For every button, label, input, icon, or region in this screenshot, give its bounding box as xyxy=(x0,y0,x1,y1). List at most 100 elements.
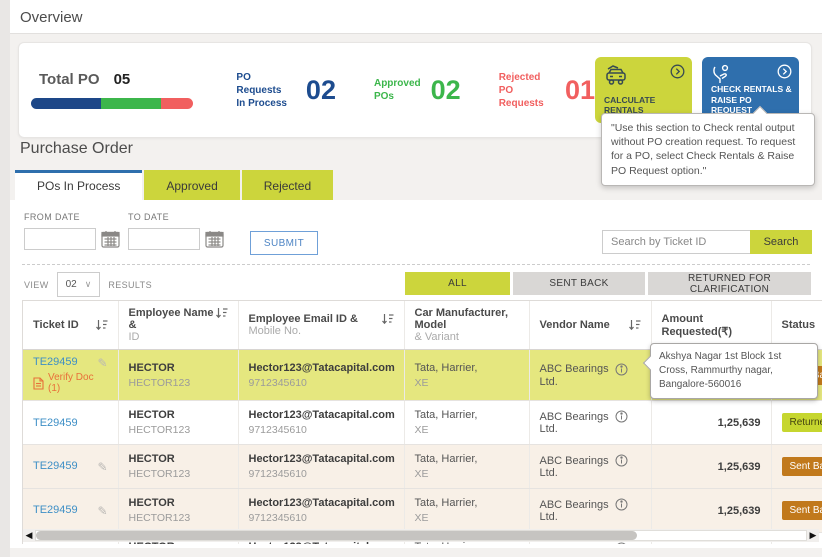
scroll-left-icon[interactable]: ◀ xyxy=(23,529,35,542)
employee-name: HECTOR xyxy=(129,453,228,465)
stat-label-line1: PO Requests xyxy=(236,71,296,97)
calendar-icon[interactable] xyxy=(205,230,224,248)
address-text: Akshya Nagar 1st Block 1st Cross, Rammur… xyxy=(659,351,781,390)
to-date-input[interactable] xyxy=(128,228,200,250)
submit-button[interactable]: SUBMIT xyxy=(250,231,318,255)
overview-title: Overview xyxy=(10,0,822,26)
tab-approved[interactable]: Approved xyxy=(144,170,239,200)
tooltip-text: "Use this section to Check rental output… xyxy=(611,122,795,177)
hand-coin-icon xyxy=(711,64,735,86)
table-row[interactable]: TE29459✎ HECTORHECTOR123 Hector123@Tatac… xyxy=(23,489,822,533)
employee-email: Hector123@Tatacapital.com xyxy=(249,497,394,509)
progress-segment-inprocess xyxy=(31,98,101,109)
total-po-progress-bar xyxy=(31,98,193,109)
overview-header: Overview xyxy=(10,0,822,34)
edit-pencil-icon[interactable]: ✎ xyxy=(97,504,107,518)
info-icon[interactable] xyxy=(615,410,628,423)
stat-value: 02 xyxy=(306,75,336,106)
info-icon[interactable] xyxy=(615,498,628,511)
po-tabs: POs In Process Approved Rejected xyxy=(15,170,333,200)
search-input[interactable] xyxy=(602,230,750,254)
page: Overview Total PO 05 PO Requests In Proc… xyxy=(0,0,822,557)
vendor-address-tooltip: Akshya Nagar 1st Block 1st Cross, Rammur… xyxy=(650,343,818,399)
employee-email: Hector123@Tatacapital.com xyxy=(249,362,394,374)
po-table: Ticket ID Employee Name &ID Employee Ema… xyxy=(23,301,822,544)
car-model: Tata, Harrier, xyxy=(415,497,519,509)
stat-value: 02 xyxy=(431,75,461,106)
view-results-row: VIEW 02 ∨ RESULTS xyxy=(24,272,152,297)
from-date-group: FROM DATE xyxy=(24,212,120,250)
from-date-input[interactable] xyxy=(24,228,96,250)
info-icon[interactable] xyxy=(615,363,628,376)
car-model: Tata, Harrier, xyxy=(415,453,519,465)
filter-sent-back-button[interactable]: SENT BACK xyxy=(513,272,645,295)
edit-pencil-icon[interactable]: ✎ xyxy=(97,460,107,474)
employee-mobile: 9712345610 xyxy=(249,512,394,524)
calendar-icon[interactable] xyxy=(101,230,120,248)
car-variant: XE xyxy=(415,424,519,436)
ticket-link[interactable]: TE29459 xyxy=(33,417,78,429)
edit-pencil-icon[interactable]: ✎ xyxy=(97,356,107,370)
tab-pos-in-process[interactable]: POs In Process xyxy=(15,170,142,200)
col-vendor-name[interactable]: Vendor Name xyxy=(529,301,651,350)
employee-name: HECTOR xyxy=(129,409,228,421)
info-icon[interactable] xyxy=(615,542,628,544)
total-po-block: Total PO 05 xyxy=(31,71,198,109)
car-tag-icon xyxy=(604,64,630,86)
status-badge: Returned for Clarification xyxy=(782,413,822,432)
table-row[interactable]: TE29459✎ HECTORHECTOR123 Hector123@Tatac… xyxy=(23,445,822,489)
check-rentals-label: CHECK RENTALS & RAISE PO REQUEST xyxy=(711,84,793,116)
view-label: VIEW xyxy=(24,280,49,290)
col-employee-email[interactable]: Employee Email ID &Mobile No. xyxy=(238,301,404,350)
check-rentals-tooltip: "Use this section to Check rental output… xyxy=(601,113,815,186)
ticket-link[interactable]: TE29459 xyxy=(33,356,78,368)
employee-id: HECTOR123 xyxy=(129,512,228,524)
employee-name: HECTOR xyxy=(129,362,228,374)
sort-icon[interactable] xyxy=(381,313,394,325)
vendor-name: ABC Bearings xyxy=(540,411,609,423)
car-model: Tata, Harrier, xyxy=(415,362,519,374)
sort-icon[interactable] xyxy=(215,307,228,319)
dashed-divider xyxy=(22,264,810,265)
vendor-name-line2: Ltd. xyxy=(540,511,641,523)
car-variant: XE xyxy=(415,377,519,389)
col-ticket-id[interactable]: Ticket ID xyxy=(23,301,118,350)
vendor-name: ABC Bearings xyxy=(540,499,609,511)
filter-all-button[interactable]: ALL xyxy=(405,272,510,295)
scrollbar-thumb[interactable] xyxy=(36,531,637,540)
ticket-link[interactable]: TE29459 xyxy=(33,460,78,472)
table-row[interactable]: TE29459✎ HECTORHECTOR123 Hector123@Tatac… xyxy=(23,401,822,445)
view-count-select[interactable]: 02 ∨ xyxy=(57,272,101,297)
scrollbar-track[interactable] xyxy=(35,530,807,541)
col-employee-name[interactable]: Employee Name &ID xyxy=(118,301,238,350)
vendor-name: ABC Bearings xyxy=(540,455,609,467)
tab-rejected[interactable]: Rejected xyxy=(242,170,333,200)
total-po-value: 05 xyxy=(114,71,131,88)
po-table-wrap: Ticket ID Employee Name &ID Employee Ema… xyxy=(22,300,822,544)
vendor-name-line2: Ltd. xyxy=(540,376,641,388)
stat-rejected-po: Rejected PO Requests 01 xyxy=(499,71,595,110)
po-panel: FROM DATE TO DATE xyxy=(10,200,822,548)
progress-segment-rejected xyxy=(161,98,193,109)
car-model: Tata, Harrier, xyxy=(415,409,519,421)
info-icon[interactable] xyxy=(615,454,628,467)
employee-id: HECTOR123 xyxy=(129,424,228,436)
stat-approved-pos: Approved POs 02 xyxy=(374,75,461,106)
arrow-circle-icon xyxy=(670,64,685,79)
stat-label-line2: Requests xyxy=(499,97,555,110)
vendor-name: ABC Bearings xyxy=(540,363,609,375)
sort-icon[interactable] xyxy=(95,319,108,331)
ticket-link[interactable]: TE29459 xyxy=(33,504,78,516)
scroll-right-icon[interactable]: ▶ xyxy=(807,529,819,542)
doc-icon xyxy=(33,377,44,390)
vendor-name: ABC Bearings xyxy=(540,543,609,545)
horizontal-scrollbar[interactable]: ◀ ▶ xyxy=(23,529,819,542)
total-po-label: Total PO xyxy=(39,71,100,88)
verify-doc-link[interactable]: Verify Doc (1) xyxy=(33,372,108,394)
sort-icon[interactable] xyxy=(628,319,641,331)
search-button[interactable]: Search xyxy=(750,230,812,254)
status-badge: Sent Back xyxy=(782,457,822,476)
col-car-manufacturer: Car Manufacturer, Model& Variant xyxy=(404,301,529,350)
car-variant: XE xyxy=(415,468,519,480)
filter-returned-for-clarification-button[interactable]: RETURNED FOR CLARIFICATION xyxy=(648,272,811,295)
